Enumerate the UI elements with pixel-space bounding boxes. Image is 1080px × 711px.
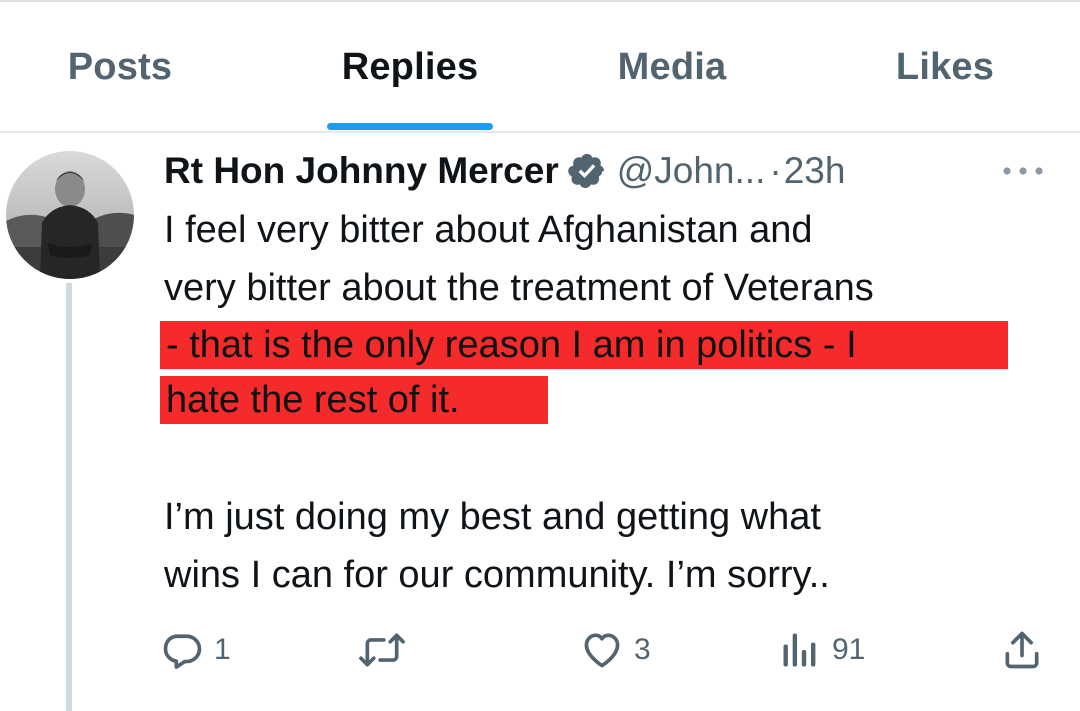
tab-media[interactable]: Media: [572, 2, 772, 132]
tweet-text-line: I’m just doing my best and getting what: [164, 496, 821, 538]
retweet-button[interactable]: [358, 620, 406, 680]
author-handle[interactable]: @John...: [617, 150, 766, 192]
avatar-photo: [6, 151, 134, 279]
tab-likes-label: Likes: [895, 46, 995, 88]
tabs-divider: [0, 131, 1080, 133]
active-tab-indicator: [327, 123, 493, 130]
retweet-icon: [359, 633, 405, 667]
tab-replies-label: Replies: [341, 46, 479, 88]
tab-posts-label: Posts: [67, 46, 173, 88]
verified-badge-icon: [567, 151, 607, 191]
tweet-text-line: wins I can for our community. I’m sorry.…: [164, 554, 830, 596]
highlighted-text-line: - that is the only reason I am in politi…: [166, 324, 857, 366]
views-icon: [783, 633, 816, 667]
share-icon: [1005, 631, 1039, 669]
profile-tabs: Posts Replies Media Likes: [0, 2, 1080, 132]
reply-count: 1: [214, 633, 231, 666]
like-count: 3: [634, 633, 651, 666]
header-separator: ·: [769, 150, 782, 191]
tab-likes[interactable]: Likes: [845, 2, 1045, 132]
tab-posts[interactable]: Posts: [20, 2, 220, 132]
author-name[interactable]: Rt Hon Johnny Mercer: [164, 150, 559, 192]
tweet-timestamp[interactable]: 23h: [784, 150, 846, 192]
avatar[interactable]: [6, 151, 134, 279]
tweet-text-line: I feel very bitter about Afghanistan and: [164, 209, 813, 251]
tweet-header: Rt Hon Johnny Mercer @John... · 23h: [164, 148, 845, 194]
reply-icon: [163, 634, 202, 669]
like-button[interactable]: 3: [580, 620, 651, 680]
highlighted-text-line: hate the rest of it.: [166, 379, 460, 421]
tweet-text-line: very bitter about the treatment of Veter…: [164, 267, 874, 309]
share-button[interactable]: [1000, 620, 1044, 680]
more-options-button[interactable]: [1000, 160, 1046, 182]
reply-button[interactable]: 1: [160, 620, 231, 680]
views-button[interactable]: 91: [778, 620, 865, 680]
tweet-actions: 1 3 91: [0, 620, 1080, 680]
views-count: 91: [832, 633, 866, 666]
more-dots-icon: [1003, 167, 1043, 175]
heart-icon: [584, 633, 620, 668]
tab-media-label: Media: [617, 46, 727, 88]
tab-replies[interactable]: Replies: [300, 2, 520, 132]
